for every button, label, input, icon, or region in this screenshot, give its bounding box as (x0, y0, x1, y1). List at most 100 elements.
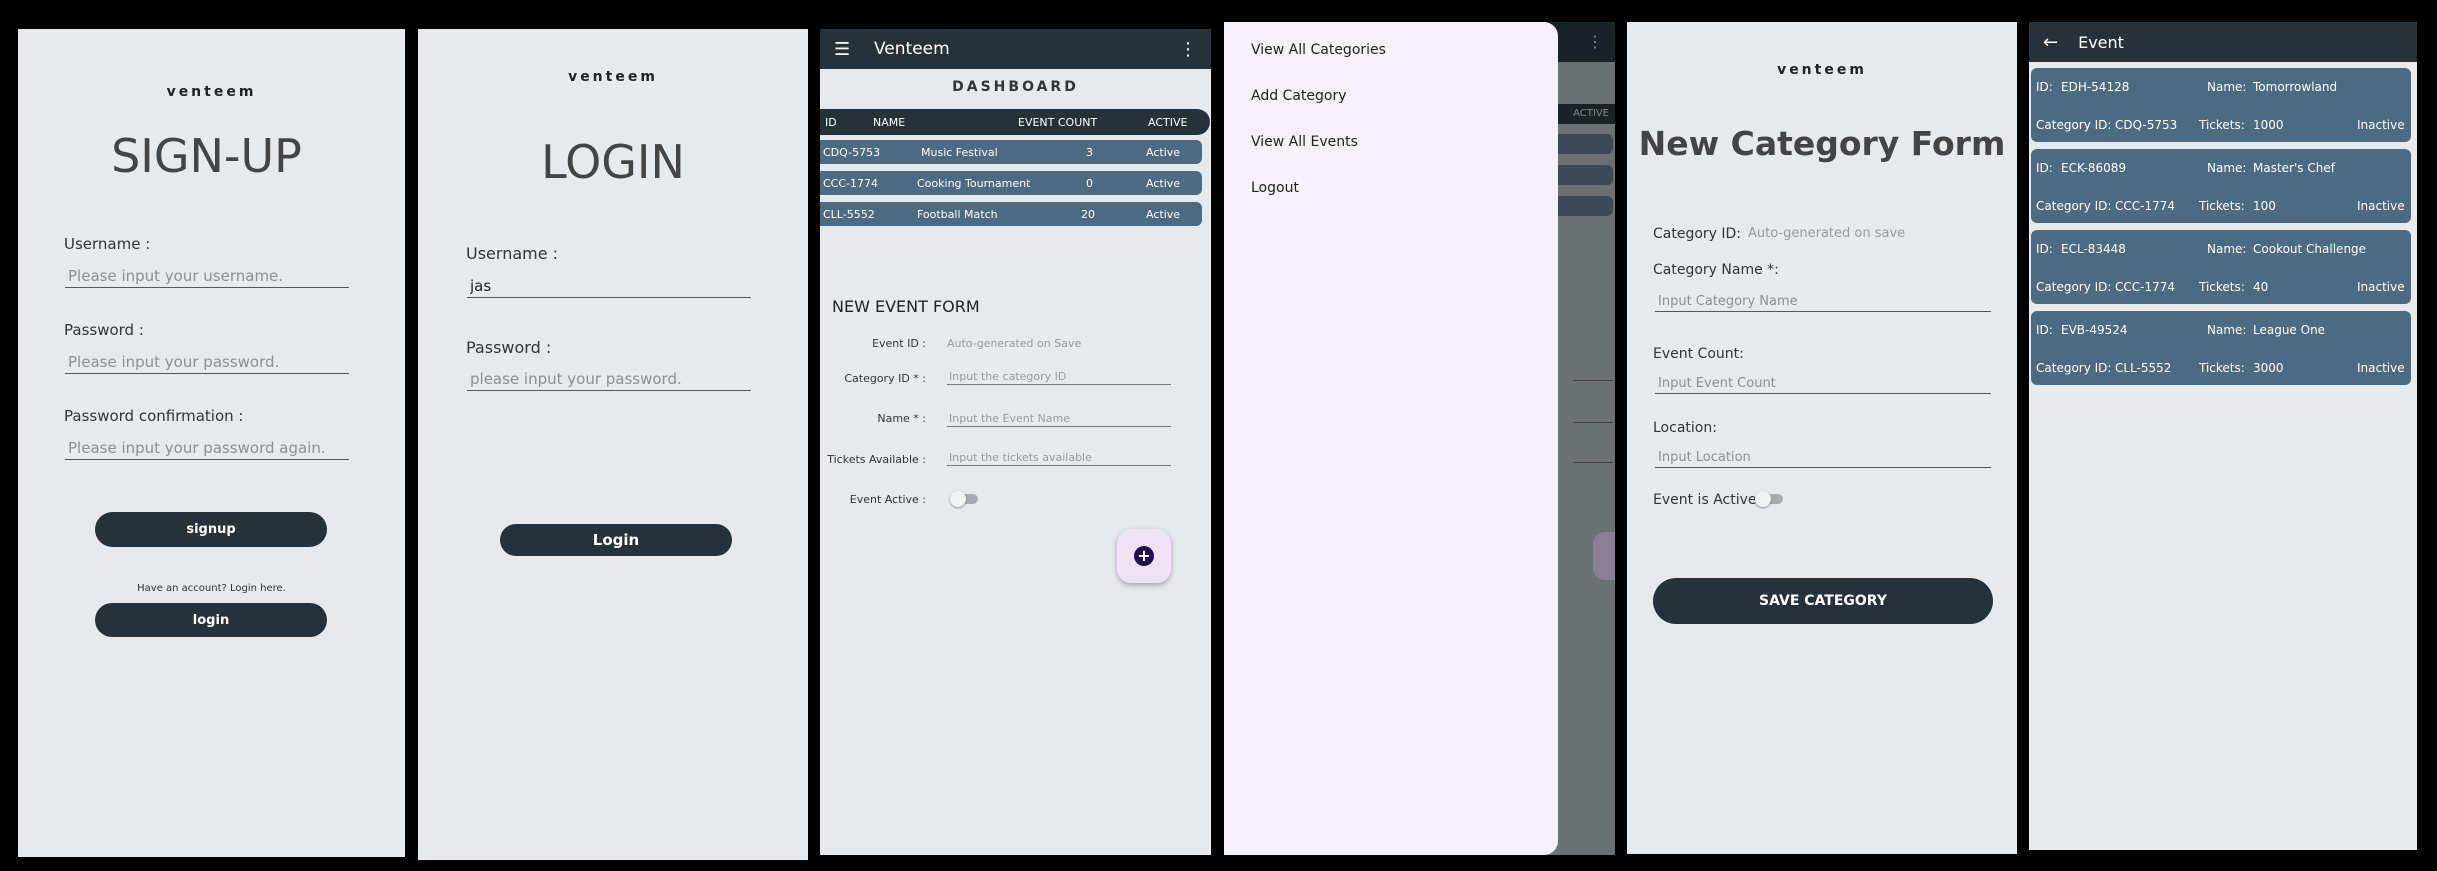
category-id-label: Category ID: (1653, 226, 1742, 242)
cell-active: Active (1146, 208, 1181, 221)
table-row[interactable]: CDQ-5753 Music Festival 3 Active (820, 140, 1202, 164)
event-card[interactable]: ID: EVB-49524 Name: League One Category … (2031, 311, 2411, 385)
event-category: CCC-1774 (2115, 280, 2176, 294)
login-screen: venteem LOGIN Username : Password : Logi… (418, 29, 808, 860)
column-header-id: ID (825, 116, 837, 129)
username-field[interactable] (65, 265, 349, 288)
event-name-field[interactable] (947, 411, 1171, 427)
drawer-item-add-category[interactable]: Add Category (1251, 88, 1347, 104)
event-tickets: 3000 (2253, 361, 2284, 375)
signup-button[interactable]: signup (95, 512, 327, 547)
login-button[interactable]: login (95, 603, 327, 637)
event-status: Inactive (2357, 280, 2405, 294)
page-title: SIGN-UP (111, 129, 302, 183)
toggle-knob (1755, 491, 1771, 507)
tickets-label: Tickets Available : (827, 453, 926, 466)
username-label: Username : (466, 244, 559, 263)
username-field[interactable] (467, 275, 751, 298)
event-id-label: ID: (2036, 323, 2053, 337)
event-id: EVB-49524 (2061, 323, 2128, 337)
drawer-item-view-all-categories[interactable]: View All Categories (1251, 42, 1386, 58)
event-status: Inactive (2357, 199, 2405, 213)
event-name-label: Name: (2207, 242, 2247, 256)
app-bar: ← Event (2029, 22, 2417, 62)
cell-active: Active (1146, 146, 1181, 159)
category-active-label: Event is Active? (1653, 492, 1764, 508)
drawer-item-logout[interactable]: Logout (1251, 180, 1299, 196)
page-title: Event (2078, 32, 2124, 52)
table-header: ID NAME EVENT COUNT ACTIVE (820, 109, 1210, 135)
category-id-field[interactable] (947, 369, 1171, 385)
event-card[interactable]: ID: ECK-86089 Name: Master's Chef Catego… (2031, 149, 2411, 223)
event-status: Inactive (2357, 118, 2405, 132)
event-id-label: ID: (2036, 161, 2053, 175)
event-id-label: ID: (2036, 242, 2053, 256)
cell-count: 0 (1086, 177, 1093, 190)
event-count-field[interactable] (1655, 374, 1991, 394)
password-confirm-label: Password confirmation : (64, 407, 244, 425)
toggle-knob (950, 491, 966, 507)
cell-name: Cooking Tournament (917, 177, 1031, 190)
dimmed-line (1573, 380, 1613, 381)
app-title: Venteem (874, 39, 950, 59)
location-label: Location: (1653, 420, 1717, 436)
cell-name: Football Match (917, 208, 998, 221)
category-form-screen: venteem New Category Form Category ID: A… (1627, 22, 2017, 854)
category-id-value: Auto-generated on save (1748, 226, 1906, 241)
event-id-value: Auto-generated on Save (947, 337, 1082, 350)
cell-name: Music Festival (921, 146, 998, 159)
tickets-label: Tickets: (2199, 361, 2245, 375)
category-active-toggle[interactable] (1755, 491, 1783, 507)
password-field[interactable] (467, 368, 751, 391)
event-name: Master's Chef (2253, 161, 2335, 175)
category-id-label: Category ID: (2036, 280, 2112, 294)
more-vert-icon[interactable]: ⋮ (1179, 39, 1197, 60)
category-id-label: Category ID: (2036, 199, 2112, 213)
password-label: Password : (64, 321, 144, 339)
have-account-text: Have an account? Login here. (137, 583, 286, 594)
category-id-label: Category ID: (2036, 118, 2112, 132)
brand-logo: venteem (1777, 62, 1867, 78)
event-id: EDH-54128 (2061, 80, 2130, 94)
password-field[interactable] (65, 351, 349, 374)
add-event-fab[interactable]: + (1117, 529, 1171, 583)
event-tickets: 40 (2253, 280, 2269, 294)
cell-id: CDQ-5753 (823, 146, 881, 159)
tickets-label: Tickets: (2199, 118, 2245, 132)
form-title: NEW EVENT FORM (832, 297, 980, 316)
column-header-name: NAME (873, 116, 906, 129)
save-category-button[interactable]: SAVE CATEGORY (1653, 578, 1993, 624)
tickets-field[interactable] (947, 450, 1171, 466)
back-arrow-icon[interactable]: ← (2043, 32, 2058, 53)
password-label: Password : (466, 338, 552, 357)
cell-id: CCC-1774 (823, 177, 879, 190)
dimmed-line (1573, 422, 1613, 423)
event-category: CCC-1774 (2115, 199, 2176, 213)
table-row[interactable]: CLL-5552 Football Match 20 Active (820, 202, 1202, 226)
event-category: CDQ-5753 (2115, 118, 2178, 132)
column-header-active: ACTIVE (1148, 116, 1188, 129)
event-card[interactable]: ID: EDH-54128 Name: Tomorrowland Categor… (2031, 68, 2411, 142)
hamburger-menu-icon[interactable]: ☰ (834, 39, 854, 60)
dimmed-fab (1593, 532, 1615, 580)
event-tickets: 100 (2253, 199, 2276, 213)
password-confirm-field[interactable] (65, 437, 349, 460)
event-id-label: Event ID : (872, 337, 926, 350)
drawer-item-view-all-events[interactable]: View All Events (1251, 134, 1358, 150)
login-button[interactable]: Login (500, 524, 732, 556)
dimmed-line (1573, 462, 1613, 463)
name-label: Name * : (877, 412, 926, 425)
category-id-label: Category ID: (2036, 361, 2112, 375)
category-name-label: Category Name *: (1653, 262, 1779, 278)
page-title: New Category Form (1638, 124, 2006, 163)
location-field[interactable] (1655, 448, 1991, 468)
event-id-label: ID: (2036, 80, 2053, 94)
event-name-label: Name: (2207, 323, 2247, 337)
event-tickets: 1000 (2253, 118, 2284, 132)
table-row[interactable]: CCC-1774 Cooking Tournament 0 Active (820, 171, 1202, 195)
event-active-toggle[interactable] (950, 491, 978, 507)
event-active-label: Event Active : (849, 493, 926, 506)
event-card[interactable]: ID: ECL-83448 Name: Cookout Challenge Ca… (2031, 230, 2411, 304)
category-name-field[interactable] (1655, 292, 1991, 312)
event-name-label: Name: (2207, 80, 2247, 94)
